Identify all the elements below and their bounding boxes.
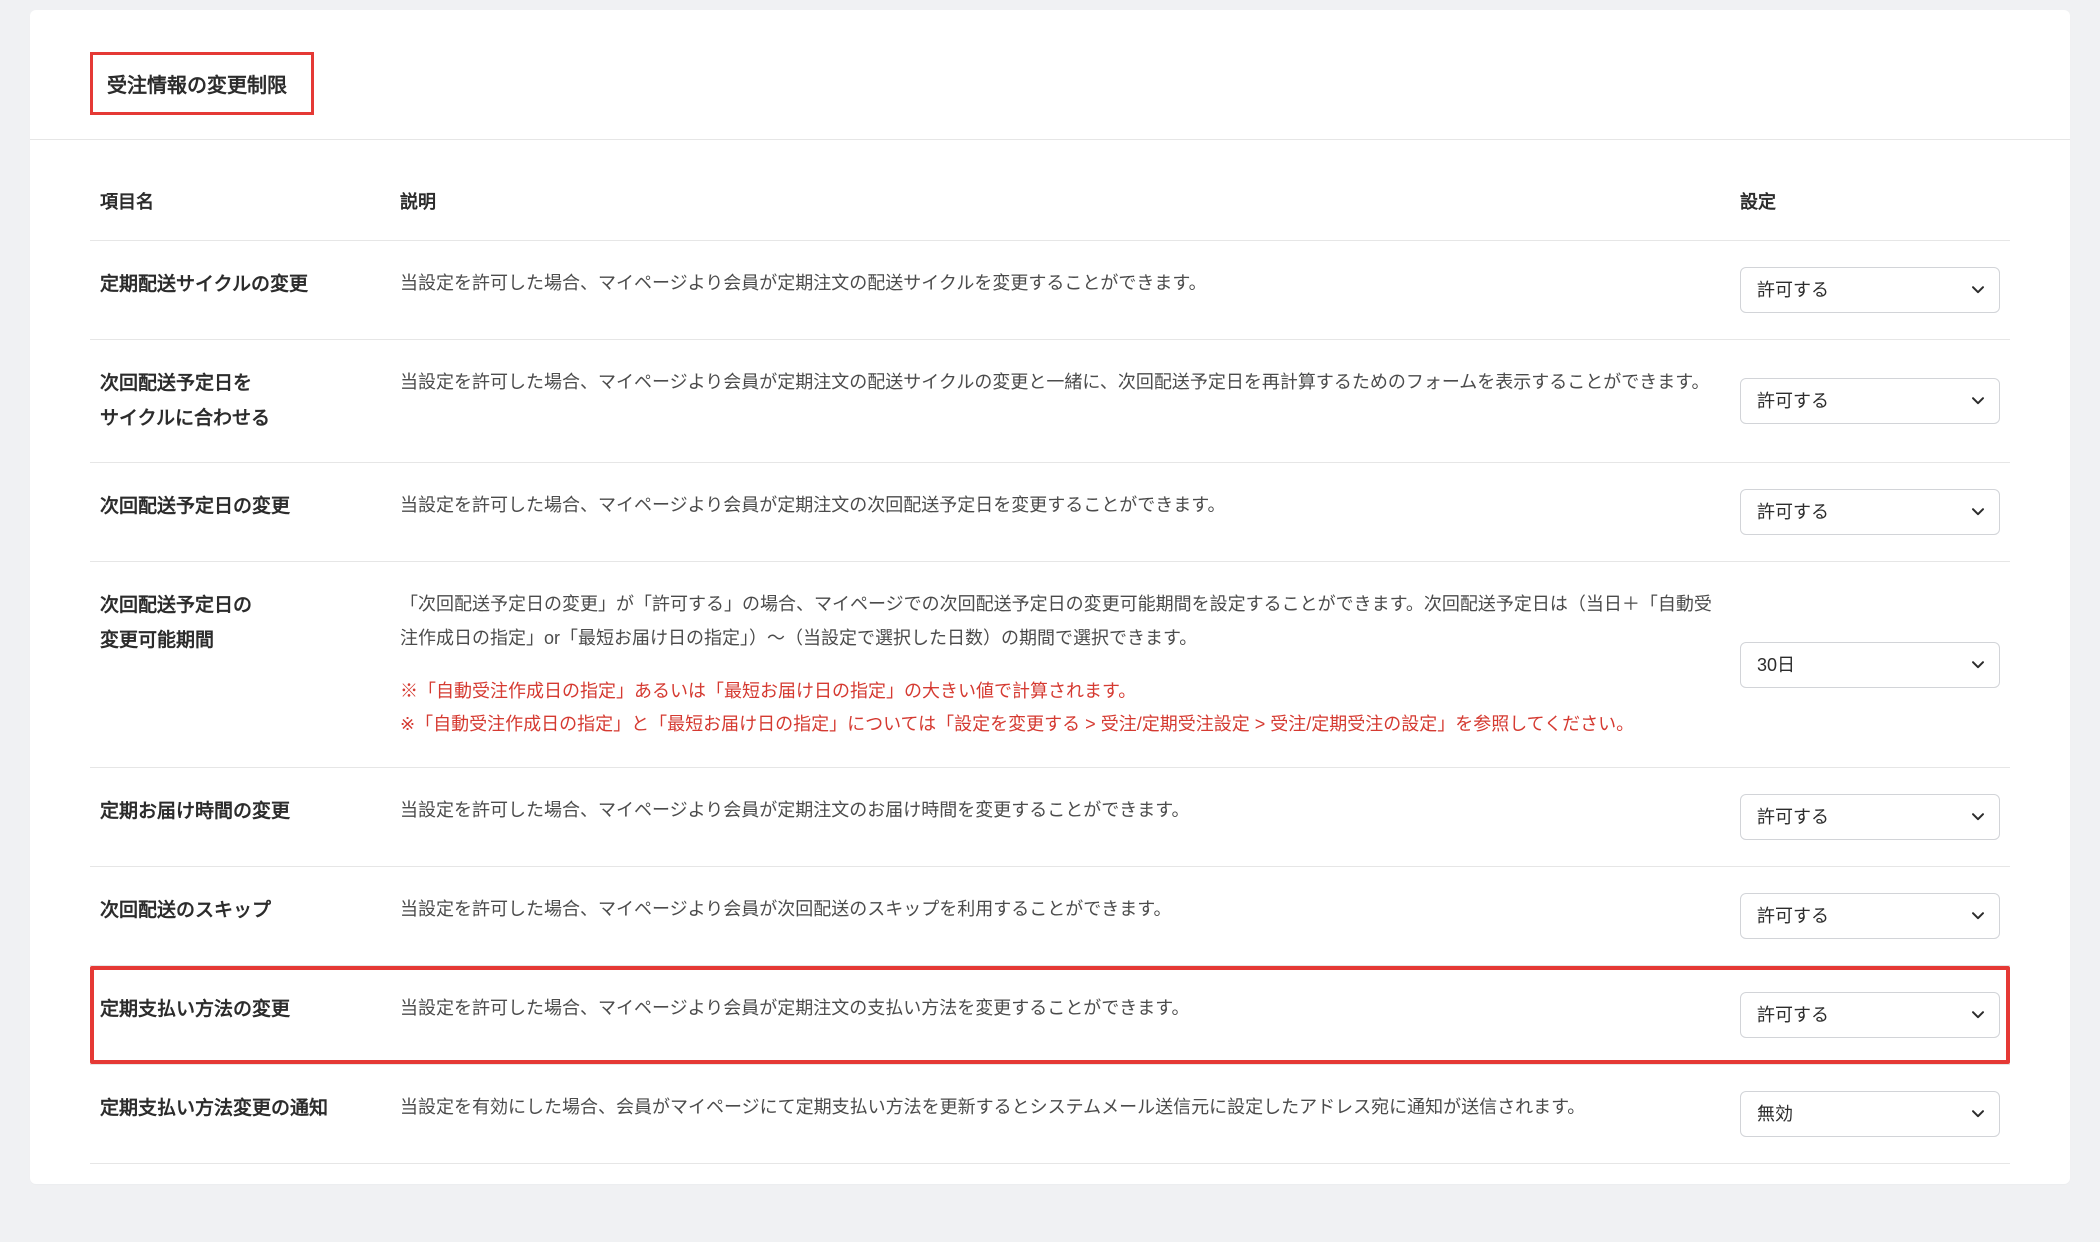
card-header: 受注情報の変更制限 (30, 10, 2070, 140)
highlighted-row-box: 定期支払い方法の変更当設定を許可した場合、マイページより会員が定期注文の支払い方… (90, 966, 2010, 1064)
select-wrap: 許可する (1740, 378, 2000, 424)
row-name: 次回配送予定日の変更 (90, 463, 390, 562)
table-row: 次回配送のスキップ当設定を許可した場合、マイページより会員が次回配送のスキップを… (90, 867, 2010, 966)
row-name: 次回配送予定日の 変更可能期間 (90, 562, 390, 768)
row-name: 定期支払い方法変更の通知 (90, 1065, 390, 1164)
row-setting: 許可する (1730, 867, 2010, 966)
table-row: 定期お届け時間の変更当設定を許可した場合、マイページより会員が定期注文のお届け時… (90, 768, 2010, 867)
row-desc: 当設定を許可した場合、マイページより会員が次回配送のスキップを利用することができ… (390, 867, 1730, 966)
row-setting: 無効 (1730, 1065, 2010, 1164)
select-wrap: 許可する (1740, 893, 2000, 939)
row-setting: 許可する (1730, 970, 2006, 1060)
settings-table: 項目名 説明 設定 定期配送サイクルの変更当設定を許可した場合、マイページより会… (90, 170, 2010, 1164)
select-wrap: 許可する (1740, 992, 2000, 1038)
section-title-highlight: 受注情報の変更制限 (90, 52, 314, 115)
row-name: 次回配送予定日を サイクルに合わせる (90, 340, 390, 463)
header-setting: 設定 (1730, 170, 2010, 241)
row-setting: 許可する (1730, 340, 2010, 463)
row-desc: 当設定を許可した場合、マイページより会員が定期注文の支払い方法を変更することがで… (390, 970, 1730, 1060)
select-wrap: 許可する (1740, 267, 2000, 313)
setting-select[interactable]: 許可する (1740, 489, 2000, 535)
section-title: 受注情報の変更制限 (107, 75, 287, 97)
row-name: 定期支払い方法の変更 (94, 970, 390, 1060)
setting-select[interactable]: 許可する (1740, 893, 2000, 939)
row-name: 定期お届け時間の変更 (90, 768, 390, 867)
header-name: 項目名 (90, 170, 390, 241)
setting-select[interactable]: 許可する (1740, 378, 2000, 424)
content-area: 項目名 説明 設定 定期配送サイクルの変更当設定を許可した場合、マイページより会… (30, 140, 2070, 1174)
table-row: 定期配送サイクルの変更当設定を許可した場合、マイページより会員が定期注文の配送サ… (90, 241, 2010, 340)
setting-select[interactable]: 無効 (1740, 1091, 2000, 1137)
table-row: 次回配送予定日の変更当設定を許可した場合、マイページより会員が定期注文の次回配送… (90, 463, 2010, 562)
table-row: 次回配送予定日を サイクルに合わせる当設定を許可した場合、マイページより会員が定… (90, 340, 2010, 463)
row-name: 次回配送のスキップ (90, 867, 390, 966)
row-setting: 30日 (1730, 562, 2010, 768)
table-row: 次回配送予定日の 変更可能期間「次回配送予定日の変更」が「許可する」の場合、マイ… (90, 562, 2010, 768)
setting-select[interactable]: 許可する (1740, 992, 2000, 1038)
select-wrap: 許可する (1740, 489, 2000, 535)
header-desc: 説明 (390, 170, 1730, 241)
settings-card: 受注情報の変更制限 項目名 説明 設定 定期配送サイクルの変更当設定を許可した場… (30, 10, 2070, 1184)
row-setting: 許可する (1730, 463, 2010, 562)
row-desc: 当設定を許可した場合、マイページより会員が定期注文の配送サイクルを変更することが… (390, 241, 1730, 340)
setting-select[interactable]: 許可する (1740, 794, 2000, 840)
select-wrap: 無効 (1740, 1091, 2000, 1137)
row-desc: 当設定を許可した場合、マイページより会員が定期注文のお届け時間を変更することがで… (390, 768, 1730, 867)
setting-select[interactable]: 30日 (1740, 642, 2000, 688)
row-desc: 当設定を有効にした場合、会員がマイページにて定期支払い方法を更新するとシステムメ… (390, 1065, 1730, 1164)
row-desc: 当設定を許可した場合、マイページより会員が定期注文の次回配送予定日を変更すること… (390, 463, 1730, 562)
select-wrap: 30日 (1740, 642, 2000, 688)
table-row: 定期支払い方法変更の通知当設定を有効にした場合、会員がマイページにて定期支払い方… (90, 1065, 2010, 1164)
row-name: 定期配送サイクルの変更 (90, 241, 390, 340)
row-desc: 「次回配送予定日の変更」が「許可する」の場合、マイページでの次回配送予定日の変更… (390, 562, 1730, 768)
table-row: 定期支払い方法の変更当設定を許可した場合、マイページより会員が定期注文の支払い方… (90, 966, 2010, 1065)
row-desc: 当設定を許可した場合、マイページより会員が定期注文の配送サイクルの変更と一緒に、… (390, 340, 1730, 463)
select-wrap: 許可する (1740, 794, 2000, 840)
row-note: ※「自動受注作成日の指定」あるいは「最短お届け日の指定」の大きい値で計算されます… (400, 675, 1720, 742)
setting-select[interactable]: 許可する (1740, 267, 2000, 313)
row-setting: 許可する (1730, 241, 2010, 340)
row-setting: 許可する (1730, 768, 2010, 867)
